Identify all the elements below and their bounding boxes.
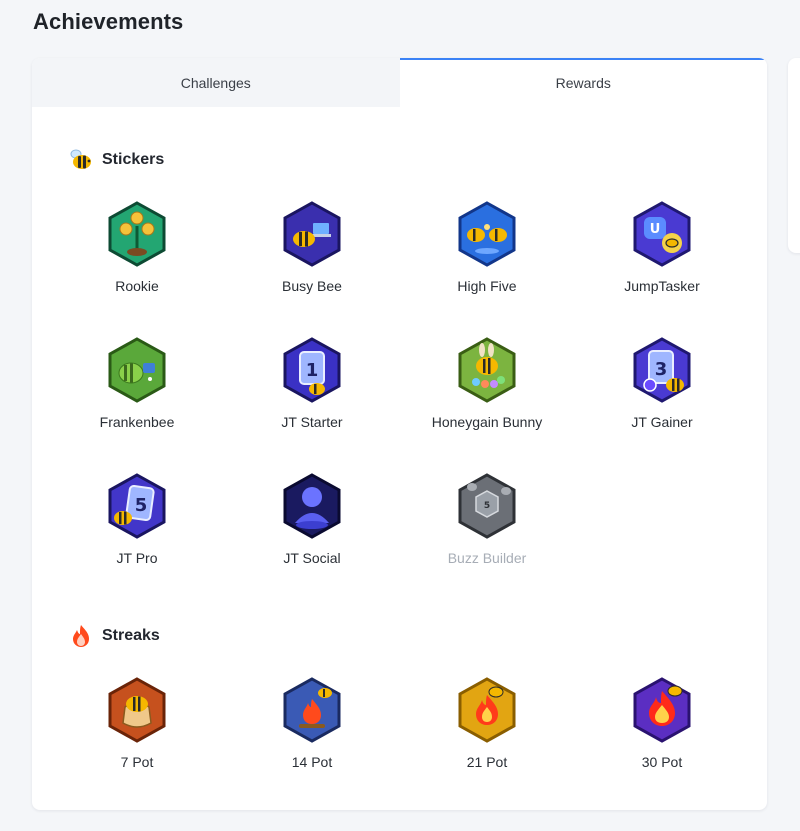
svg-text:U: U — [650, 222, 661, 237]
tab-bar: Challenges Rewards — [32, 58, 767, 107]
streak-14-pot[interactable]: 14 Pot — [232, 677, 392, 770]
streak-label: 14 Pot — [291, 754, 333, 770]
tab-challenges[interactable]: Challenges — [32, 58, 400, 107]
svg-text:3: 3 — [655, 359, 668, 380]
sticker-jumptasker[interactable]: U JumpTasker — [582, 201, 742, 294]
sticker-busy-bee[interactable]: Busy Bee — [232, 201, 392, 294]
streak-label: 7 Pot — [120, 754, 154, 770]
sticker-frankenbee[interactable]: Frankenbee — [57, 337, 217, 430]
social-avatar-icon — [283, 473, 341, 539]
sticker-jt-pro[interactable]: 5 JT Pro — [57, 473, 217, 566]
svg-text:1: 1 — [306, 360, 319, 381]
sticker-label: JT Social — [283, 550, 341, 566]
card-number-five-icon: 5 — [108, 473, 166, 539]
streaks-section-header: Streaks — [68, 623, 160, 649]
sticker-high-five[interactable]: High Five — [407, 201, 567, 294]
page-title: Achievements — [33, 9, 184, 34]
side-panel — [788, 58, 800, 253]
sticker-buzz-builder[interactable]: 5 Buzz Builder — [407, 473, 567, 566]
sticker-label: High Five — [457, 278, 517, 294]
card-number-three-icon: 3 — [633, 337, 691, 403]
sticker-label: JT Starter — [281, 414, 343, 430]
streak-30-pot[interactable]: 30 Pot — [582, 677, 742, 770]
sticker-label: Rookie — [115, 278, 159, 294]
sticker-label: Frankenbee — [99, 414, 175, 430]
flame-gold-icon — [458, 677, 516, 743]
sticker-rookie[interactable]: Rookie — [57, 201, 217, 294]
fire-icon — [73, 625, 89, 647]
sticker-label: Buzz Builder — [447, 550, 527, 566]
streaks-title: Streaks — [102, 627, 160, 644]
streak-7-pot[interactable]: 7 Pot — [57, 677, 217, 770]
card-number-one-icon: 1 — [283, 337, 341, 403]
sticker-honeygain-bunny[interactable]: Honeygain Bunny — [407, 337, 567, 430]
tab-rewards[interactable]: Rewards — [399, 58, 767, 107]
stickers-title: Stickers — [102, 151, 165, 168]
sticker-jt-gainer[interactable]: 3 JT Gainer — [582, 337, 742, 430]
streak-label: 30 Pot — [641, 754, 683, 770]
sticker-label: Busy Bee — [282, 278, 342, 294]
campfire-icon — [283, 677, 341, 743]
buzz-builder-locked-icon: 5 — [458, 473, 516, 539]
streak-label: 21 Pot — [466, 754, 508, 770]
bee-icon — [70, 149, 91, 169]
achievements-card: Challenges Rewards Stickers Rookie Busy … — [32, 58, 767, 810]
bees-high-five-icon — [458, 201, 516, 267]
svg-text:5: 5 — [135, 495, 148, 516]
frankenbee-icon — [108, 337, 166, 403]
sticker-jt-social[interactable]: JT Social — [232, 473, 392, 566]
sticker-label: JumpTasker — [624, 278, 700, 294]
sticker-label: Honeygain Bunny — [431, 414, 543, 430]
bee-laptop-icon — [283, 201, 341, 267]
honey-pot-icon — [108, 677, 166, 743]
sticker-jt-starter[interactable]: 1 JT Starter — [232, 337, 392, 430]
streak-21-pot[interactable]: 21 Pot — [407, 677, 567, 770]
money-plant-icon — [108, 201, 166, 267]
sticker-label: JT Gainer — [631, 414, 693, 430]
svg-text:5: 5 — [484, 501, 490, 511]
flame-purple-icon — [633, 677, 691, 743]
stickers-section-header: Stickers — [68, 147, 164, 173]
jumptask-app-icon: U — [633, 201, 691, 267]
honeygain-bunny-icon — [458, 337, 516, 403]
sticker-label: JT Pro — [116, 550, 158, 566]
